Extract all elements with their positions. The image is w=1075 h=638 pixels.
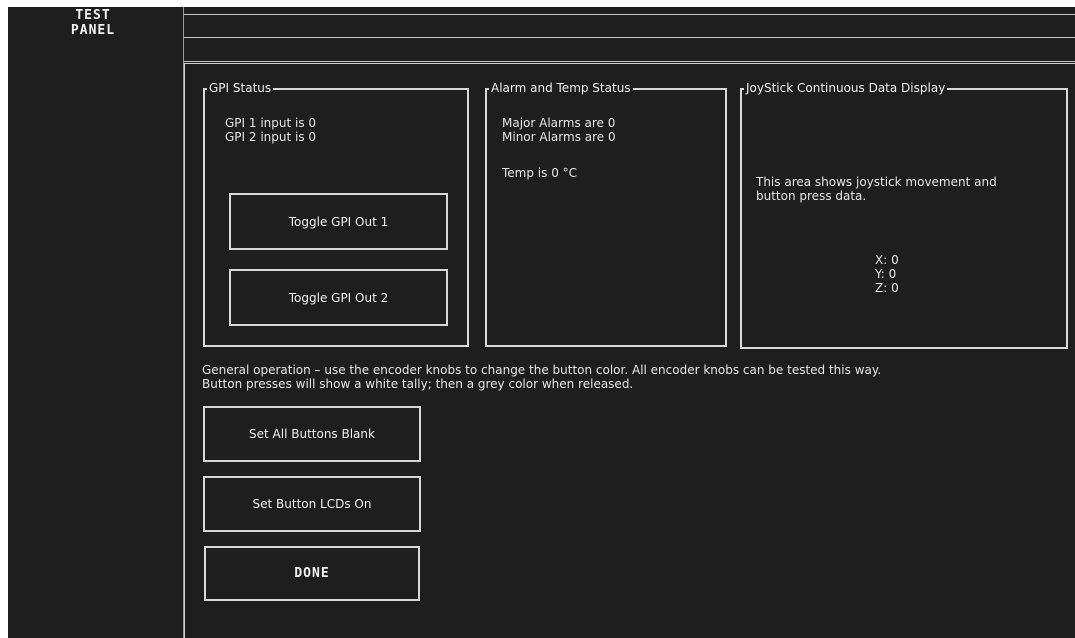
joystick-desc-line1: This area shows joystick movement and — [756, 175, 997, 189]
joystick-x-value: X: 0 — [875, 253, 899, 267]
header-rule-2 — [184, 37, 1075, 38]
instructions-line1: General operation – use the encoder knob… — [202, 363, 882, 377]
done-button[interactable]: DONE — [204, 546, 420, 601]
sidebar-title-line2: PANEL — [70, 23, 116, 38]
major-alarms-text: Major Alarms are 0 — [502, 116, 616, 130]
alarm-temp-legend: Alarm and Temp Status — [489, 81, 633, 95]
joystick-desc-line2: button press data. — [756, 189, 867, 203]
joystick-legend: JoyStick Continuous Data Display — [744, 81, 948, 95]
toggle-gpi-out-2-button[interactable]: Toggle GPI Out 2 — [229, 269, 448, 326]
set-button-lcds-on-button[interactable]: Set Button LCDs On — [203, 476, 421, 532]
instructions-line2: Button presses will show a white tally; … — [202, 377, 634, 391]
gpi2-input-text: GPI 2 input is 0 — [225, 130, 317, 144]
gpi1-input-text: GPI 1 input is 0 — [225, 116, 317, 130]
joystick-y-value: Y: 0 — [875, 267, 897, 281]
header-rule-3 — [184, 61, 1075, 62]
alarm-temp-group: Alarm and Temp Status Major Alarms are 0… — [485, 81, 727, 347]
header-rule-1 — [184, 14, 1075, 15]
toggle-gpi-out-1-button[interactable]: Toggle GPI Out 1 — [229, 193, 448, 250]
joystick-group: JoyStick Continuous Data Display This ar… — [740, 81, 1068, 349]
joystick-z-value: Z: 0 — [875, 281, 899, 295]
gpi-status-group: GPI Status GPI 1 input is 0 GPI 2 input … — [203, 81, 469, 347]
sidebar-title: TEST PANEL — [8, 8, 178, 38]
temp-text: Temp is 0 °C — [502, 166, 578, 180]
minor-alarms-text: Minor Alarms are 0 — [502, 130, 616, 144]
set-all-buttons-blank-button[interactable]: Set All Buttons Blank — [203, 406, 421, 462]
sidebar-title-line1: TEST — [75, 8, 111, 23]
gpi-status-legend: GPI Status — [207, 81, 274, 95]
